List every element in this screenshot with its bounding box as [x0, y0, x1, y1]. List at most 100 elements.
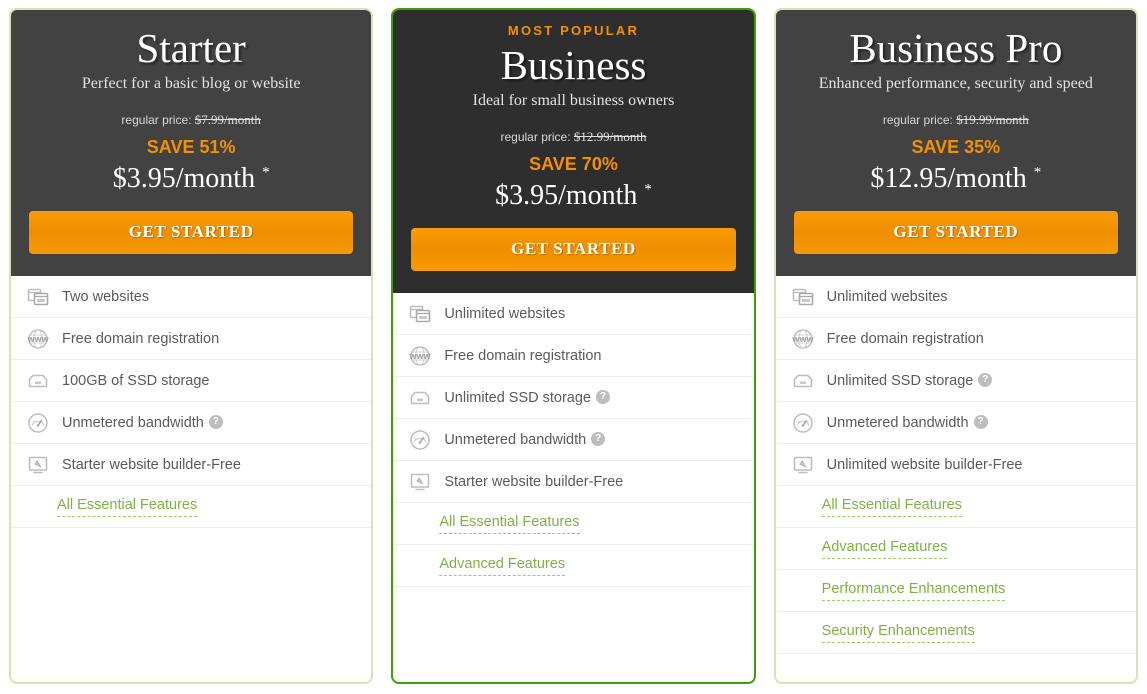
- feature-label: Unlimited SSD storage?: [444, 389, 610, 407]
- feature-text: Starter website builder-Free: [62, 456, 241, 473]
- feature-link[interactable]: Advanced Features: [439, 555, 566, 576]
- feature-link[interactable]: All Essential Features: [821, 496, 962, 517]
- feature-list: Two websites WWW Free domain registration 1…: [11, 276, 372, 682]
- feature-row: WWW Free domain registration: [11, 318, 372, 360]
- feature-label: Unlimited SSD storage?: [827, 372, 993, 390]
- regular-price-label: regular price:: [121, 113, 192, 127]
- feature-label: Unlimited website builder-Free: [827, 456, 1023, 474]
- feature-list-filler: [393, 587, 753, 682]
- svg-text:WWW: WWW: [792, 335, 814, 344]
- feature-link-row: All Essential Features: [11, 486, 372, 528]
- ssd-storage-icon: [409, 387, 431, 409]
- price-asterisk: *: [262, 164, 270, 181]
- feature-row: Unmetered bandwidth?: [393, 419, 754, 461]
- bandwidth-gauge-icon: [792, 412, 814, 434]
- feature-row: Starter website builder-Free: [393, 461, 754, 503]
- feature-label: 100GB of SSD storage: [62, 372, 210, 390]
- plan-column-starter: Starter Perfect for a basic blog or websi…: [0, 8, 382, 684]
- feature-label: Starter website builder-Free: [62, 456, 241, 474]
- feature-list-filler: [776, 654, 1136, 682]
- feature-row: Unlimited websites: [775, 276, 1136, 318]
- feature-text: Unlimited SSD storage: [444, 389, 591, 406]
- feature-text: Unmetered bandwidth: [444, 431, 587, 448]
- website-builder-icon: [27, 454, 49, 476]
- feature-text: Unlimited websites: [826, 288, 948, 305]
- most-popular-badge: MOST POPULAR: [507, 23, 640, 38]
- feature-label: Starter website builder-Free: [444, 473, 623, 491]
- plan-header-business-pro: Business Pro Enhanced performance, securi…: [775, 10, 1136, 276]
- plan-description: Enhanced performance, security and speed: [818, 75, 1093, 92]
- website-builder-icon: [409, 471, 431, 493]
- www-globe-icon: WWW: [27, 328, 49, 350]
- feature-link[interactable]: All Essential Features: [439, 513, 580, 534]
- help-tooltip-icon[interactable]: ?: [591, 431, 606, 446]
- feature-label: Free domain registration: [444, 347, 601, 365]
- feature-row: WWW Free domain registration: [775, 318, 1136, 360]
- feature-text: Free domain registration: [826, 330, 984, 347]
- plan-description: Perfect for a basic blog or website: [81, 75, 301, 92]
- feature-link-row: All Essential Features: [775, 486, 1136, 528]
- regular-price-row: regular price: $12.99/month: [411, 129, 735, 145]
- feature-text: Unlimited websites: [444, 305, 566, 322]
- feature-list-filler: [11, 528, 371, 682]
- plan-title: Business Pro: [849, 25, 1063, 71]
- feature-text: Unlimited SSD storage: [826, 372, 974, 389]
- ssd-storage-icon: [27, 370, 49, 392]
- regular-price-value: $7.99/month: [194, 112, 261, 127]
- feature-label: Unlimited websites: [444, 305, 565, 323]
- feature-label: Unmetered bandwidth?: [827, 414, 988, 432]
- feature-link-row: Advanced Features: [775, 528, 1136, 570]
- feature-text: 100GB of SSD storage: [62, 372, 210, 389]
- current-price: $12.95/month *: [794, 162, 1118, 196]
- help-tooltip-icon[interactable]: ?: [596, 389, 610, 404]
- get-started-button[interactable]: GET STARTED: [793, 211, 1118, 254]
- help-tooltip-icon[interactable]: ?: [978, 372, 993, 387]
- feature-list: Unlimited websites WWW Free domain registr…: [393, 293, 754, 682]
- price-asterisk: *: [1033, 164, 1042, 181]
- feature-row: Unmetered bandwidth?: [11, 402, 372, 444]
- regular-price-row: regular price: $19.99/month: [794, 112, 1118, 128]
- regular-price-value: $12.99/month: [573, 129, 647, 144]
- feature-link[interactable]: All Essential Features: [57, 496, 198, 517]
- www-globe-icon: WWW: [792, 328, 814, 350]
- regular-price-value: $19.99/month: [956, 112, 1029, 127]
- get-started-button[interactable]: GET STARTED: [29, 211, 354, 254]
- regular-price-label: regular price:: [882, 113, 953, 127]
- feature-link[interactable]: Advanced Features: [821, 538, 948, 559]
- feature-link[interactable]: Security Enhancements: [821, 622, 975, 643]
- plan-title: Starter: [136, 25, 246, 71]
- feature-text: Two websites: [62, 288, 150, 305]
- current-price-value: $3.95/month: [112, 163, 256, 194]
- bandwidth-gauge-icon: [409, 429, 431, 451]
- feature-row: Starter website builder-Free: [11, 444, 372, 486]
- feature-row: 100GB of SSD storage: [11, 360, 372, 402]
- feature-text: Unlimited website builder-Free: [826, 456, 1023, 473]
- websites-icon: [409, 303, 431, 325]
- help-tooltip-icon[interactable]: ?: [208, 414, 223, 429]
- feature-link[interactable]: Performance Enhancements: [821, 580, 1006, 601]
- svg-text:WWW: WWW: [410, 352, 432, 361]
- plan-card-business: MOST POPULAR Business Ideal for small busi…: [391, 8, 756, 684]
- get-started-button[interactable]: GET STARTED: [411, 228, 736, 271]
- plan-column-business: MOST POPULAR Business Ideal for small busi…: [382, 8, 764, 684]
- ssd-storage-icon: [792, 370, 814, 392]
- websites-icon: [27, 286, 49, 308]
- feature-row: Unlimited website builder-Free: [775, 444, 1136, 486]
- www-globe-icon: WWW: [409, 345, 431, 367]
- feature-text: Unmetered bandwidth: [62, 414, 204, 431]
- plan-description: Ideal for small business owners: [472, 92, 675, 109]
- plan-header-business: MOST POPULAR Business Ideal for small busi…: [393, 10, 754, 293]
- feature-label: Two websites: [62, 288, 149, 306]
- feature-label: Free domain registration: [62, 330, 219, 348]
- feature-link-row: Security Enhancements: [775, 612, 1136, 654]
- feature-label: Unmetered bandwidth?: [444, 431, 606, 449]
- plan-header-starter: Starter Perfect for a basic blog or websi…: [11, 10, 372, 276]
- feature-label: Unlimited websites: [827, 288, 948, 306]
- savings-badge: SAVE 70%: [529, 154, 618, 174]
- pricing-plans: Starter Perfect for a basic blog or websi…: [0, 0, 1147, 694]
- current-price-value: $12.95/month: [870, 163, 1027, 194]
- help-tooltip-icon[interactable]: ?: [973, 414, 988, 429]
- feature-row: WWW Free domain registration: [393, 335, 754, 377]
- feature-link-row: Performance Enhancements: [775, 570, 1136, 612]
- feature-text: Unmetered bandwidth: [826, 414, 969, 431]
